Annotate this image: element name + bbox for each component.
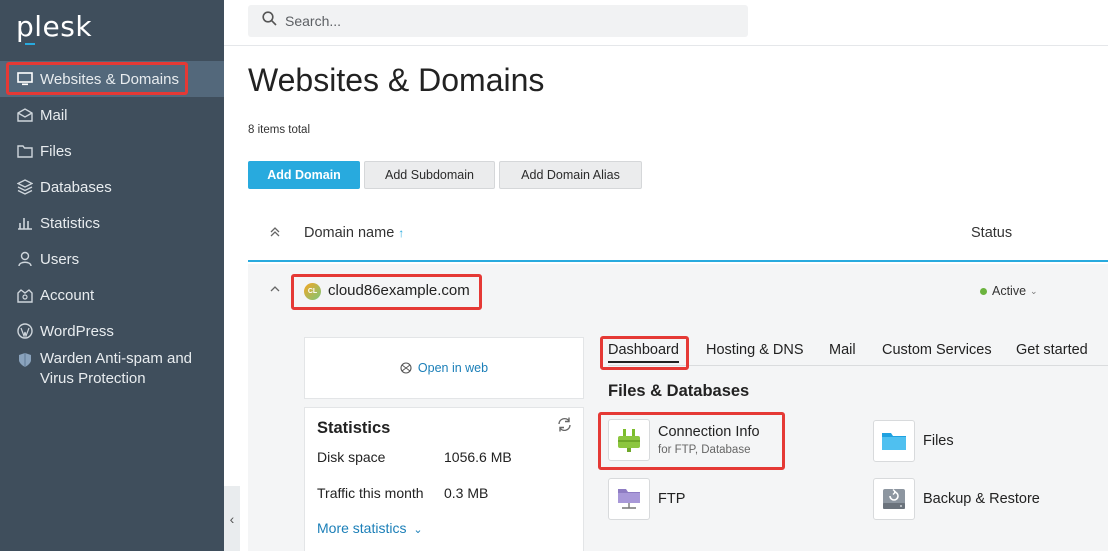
folder-icon bbox=[16, 142, 34, 160]
chevron-up-icon[interactable] bbox=[270, 283, 280, 295]
sidebar-nav: Websites & Domains Mail Files Databases … bbox=[0, 61, 224, 391]
user-icon bbox=[16, 250, 34, 268]
plesk-logo[interactable]: plesk bbox=[16, 10, 92, 43]
sidebar-item-label-line1: Warden Anti-spam and bbox=[40, 350, 193, 367]
search-icon bbox=[262, 11, 277, 31]
shield-icon bbox=[16, 351, 34, 369]
mail-icon bbox=[16, 106, 34, 124]
domain-detail-panel: Open in web Statistics Disk space 1056.6… bbox=[248, 320, 1108, 551]
sidebar-item-label: Users bbox=[40, 250, 80, 268]
status-dot bbox=[980, 287, 987, 295]
open-in-web-link[interactable]: Open in web bbox=[418, 361, 488, 375]
sidebar-item-label: Warden Anti-spam and Virus Protection bbox=[40, 349, 192, 389]
wordpress-icon bbox=[16, 322, 34, 340]
statistics-card: Statistics Disk space 1056.6 MB Traffic … bbox=[304, 407, 584, 551]
sidebar-item-label: Account bbox=[40, 286, 95, 304]
connection-info-sub: for FTP, Database bbox=[658, 444, 751, 456]
domains-table-header: Domain name ↑ Status bbox=[248, 212, 1108, 262]
domain-tabs: Dashboard Hosting & DNS Mail Custom Serv… bbox=[608, 340, 1108, 366]
column-status[interactable]: Status bbox=[971, 225, 1012, 241]
search-input[interactable] bbox=[285, 13, 725, 29]
logo-accent bbox=[25, 43, 35, 45]
table-row[interactable]: CL cloud86example.com Active ⌄ bbox=[248, 264, 1108, 320]
sidebar-item-mail[interactable]: Mail bbox=[0, 97, 224, 133]
sidebar-item-statistics[interactable]: Statistics bbox=[0, 205, 224, 241]
sidebar-item-users[interactable]: Users bbox=[0, 241, 224, 277]
domain-avatar: CL bbox=[304, 283, 321, 300]
add-domain-alias-button[interactable]: Add Domain Alias bbox=[499, 161, 642, 189]
more-statistics-link[interactable]: More statistics ⌄ bbox=[317, 520, 423, 536]
connection-info-label: Connection Info bbox=[658, 424, 760, 440]
sidebar-item-label: Websites & Domains bbox=[40, 70, 179, 88]
ftp-label: FTP bbox=[658, 491, 686, 507]
stat-disk-value: 1056.6 MB bbox=[444, 449, 512, 465]
search-box[interactable] bbox=[248, 5, 748, 37]
folder-icon bbox=[873, 420, 915, 462]
chevron-down-icon: ⌄ bbox=[413, 524, 423, 536]
status-badge[interactable]: Active ⌄ bbox=[980, 284, 1038, 298]
ftp-folder-icon bbox=[608, 478, 650, 520]
open-in-web-card[interactable]: Open in web bbox=[304, 337, 584, 399]
page-title: Websites & Domains bbox=[248, 62, 545, 98]
tab-mail[interactable]: Mail bbox=[829, 342, 856, 358]
sidebar-item-files[interactable]: Files bbox=[0, 133, 224, 169]
sidebar-item-label: Databases bbox=[40, 178, 112, 196]
statistics-title: Statistics bbox=[317, 419, 391, 437]
ftp-tool[interactable]: FTP bbox=[608, 478, 685, 520]
sidebar-item-websites-domains[interactable]: Websites & Domains bbox=[0, 61, 224, 97]
add-subdomain-button[interactable]: Add Subdomain bbox=[364, 161, 495, 189]
database-icon bbox=[16, 178, 34, 196]
sidebar: plesk Websites & Domains Mail Files Data… bbox=[0, 0, 224, 551]
stat-disk-label: Disk space bbox=[317, 449, 386, 465]
tab-hosting-dns[interactable]: Hosting & DNS bbox=[706, 342, 804, 358]
more-statistics-label: More statistics bbox=[317, 520, 407, 536]
backup-restore-tool[interactable]: Backup & Restore bbox=[873, 478, 1040, 520]
refresh-icon[interactable] bbox=[556, 416, 573, 438]
globe-icon bbox=[400, 362, 412, 374]
sidebar-item-databases[interactable]: Databases bbox=[0, 169, 224, 205]
items-count: 8 items total bbox=[248, 124, 310, 136]
sidebar-item-label-line2: Virus Protection bbox=[40, 370, 146, 387]
collapse-all-icon[interactable] bbox=[270, 226, 280, 240]
sidebar-item-label: Files bbox=[40, 142, 72, 160]
files-label: Files bbox=[923, 433, 954, 449]
tab-dashboard[interactable]: Dashboard bbox=[608, 342, 679, 363]
domain-name-link[interactable]: cloud86example.com bbox=[328, 282, 470, 299]
bar-chart-icon bbox=[16, 214, 34, 232]
backup-drive-icon bbox=[873, 478, 915, 520]
chevron-left-icon: ‹ bbox=[229, 510, 235, 527]
files-databases-title: Files & Databases bbox=[608, 382, 750, 400]
monitor-icon bbox=[16, 70, 34, 88]
sidebar-item-label: Mail bbox=[40, 106, 68, 124]
stat-traffic-value: 0.3 MB bbox=[444, 485, 489, 501]
sidebar-item-account[interactable]: Account bbox=[0, 277, 224, 313]
status-text: Active bbox=[992, 284, 1027, 298]
sidebar-item-wordpress[interactable]: WordPress bbox=[0, 313, 224, 349]
column-domain-name[interactable]: Domain name ↑ bbox=[304, 225, 404, 241]
sidebar-item-warden[interactable]: Warden Anti-spam and Virus Protection bbox=[0, 349, 224, 391]
tab-get-started[interactable]: Get started bbox=[1016, 342, 1088, 358]
topbar bbox=[224, 0, 1108, 46]
sort-asc-icon: ↑ bbox=[398, 226, 405, 240]
sidebar-item-label: WordPress bbox=[40, 322, 114, 340]
backup-restore-label: Backup & Restore bbox=[923, 491, 1040, 507]
chevron-down-icon: ⌄ bbox=[1030, 285, 1038, 296]
sidebar-collapse-toggle[interactable]: ‹ bbox=[224, 486, 240, 551]
tab-custom-services[interactable]: Custom Services bbox=[882, 342, 992, 358]
sidebar-item-label: Statistics bbox=[40, 214, 101, 232]
add-domain-button[interactable]: Add Domain bbox=[248, 161, 360, 189]
account-icon bbox=[16, 286, 34, 304]
column-domain-label: Domain name bbox=[304, 225, 395, 241]
files-tool[interactable]: Files bbox=[873, 420, 954, 462]
connection-info-tool[interactable]: Connection Info for FTP, Database bbox=[608, 419, 760, 461]
stat-traffic-label: Traffic this month bbox=[317, 485, 424, 501]
plug-icon bbox=[608, 419, 650, 461]
